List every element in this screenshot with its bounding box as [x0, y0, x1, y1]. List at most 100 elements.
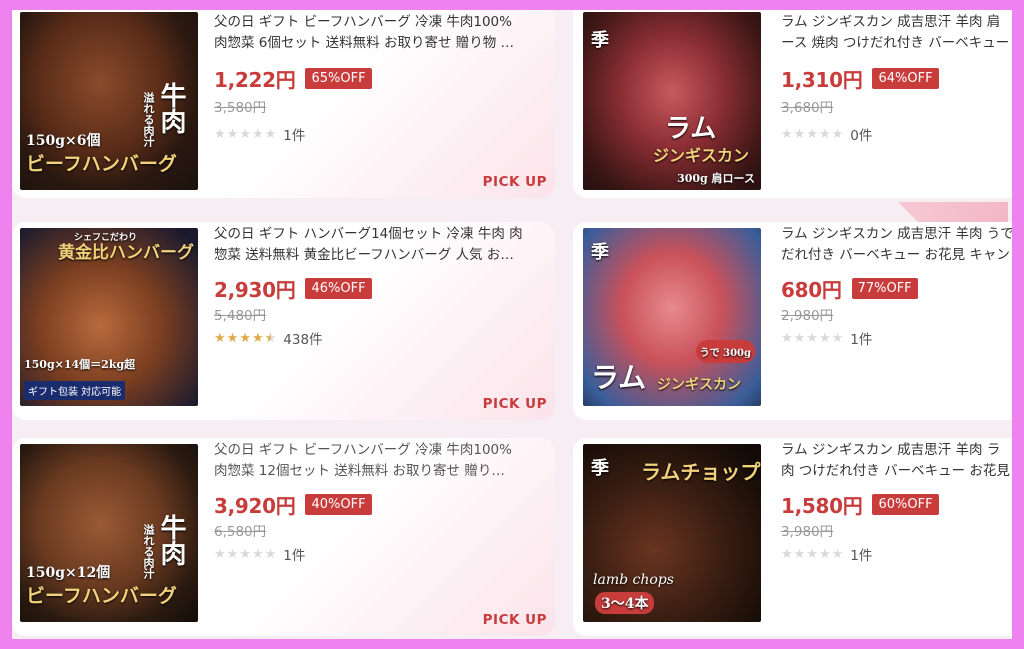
title-line: だれ付き バーベキュー お花見 キャン: [781, 247, 1010, 263]
star-icon: ★: [264, 126, 277, 142]
product-image[interactable]: ビーフハンバーグ 150g×6個 牛肉 溢れる肉汁: [20, 12, 198, 190]
image-label-beef: 牛肉: [156, 82, 186, 134]
product-card[interactable]: ビーフハンバーグ 150g×12個 牛肉 溢れる肉汁 父の日 ギフト ビーフハン…: [12, 438, 555, 636]
image-label-side: 溢れる肉汁: [142, 92, 155, 147]
product-image[interactable]: ビーフハンバーグ 150g×12個 牛肉 溢れる肉汁: [20, 444, 198, 622]
review-count: 438件: [283, 332, 323, 348]
price-row: 3,920円 40%OFF: [214, 490, 372, 519]
star-icon: ★: [793, 330, 806, 346]
price-row: 680円 77%OFF: [781, 274, 918, 303]
star-icon: ★: [818, 546, 831, 562]
title-line: 父の日 ギフト ビーフハンバーグ 冷凍 牛肉100%: [214, 442, 512, 458]
product-image[interactable]: 黄金比ハンバーグ シェフこだわり 150g×14個＝2kg超 ギフト包装 対応可…: [20, 228, 198, 406]
ribbon-decoration: [898, 202, 1008, 224]
product-card[interactable]: 季 ラム ジンギスカン 300g 肩ロース ラム ジンギスカン 成吉思汗 羊肉 …: [573, 10, 1012, 198]
star-icon: ★: [793, 126, 806, 142]
product-image[interactable]: 季 ラム ジンギスカン 300g 肩ロース: [583, 12, 761, 190]
image-label-main: ビーフハンバーグ: [26, 585, 177, 607]
image-label-count: 150g×12個: [26, 565, 111, 581]
original-price: 2,980円: [781, 308, 834, 324]
image-label-count: 3～4本: [595, 592, 655, 614]
discount-badge: 65%OFF: [305, 68, 372, 89]
star-icon: ★: [226, 330, 239, 346]
product-card[interactable]: 季 ラム ジンギスカン うで 300g ラム ジンギスカン 成吉思汗 羊肉 うで…: [573, 222, 1012, 420]
product-image[interactable]: 季 ラムチョップ lamb chops 3～4本: [583, 444, 761, 622]
discount-badge: 46%OFF: [305, 278, 372, 299]
star-icon: ★: [251, 546, 264, 562]
pickup-label: PICK UP: [482, 174, 547, 190]
image-label-main: ラム: [591, 361, 647, 394]
title-line: 肉惣菜 12個セット 送料無料 お取り寄せ 贈り…: [214, 463, 505, 479]
star-icon: ★: [818, 126, 831, 142]
product-title[interactable]: ラム ジンギスカン 成吉思汗 羊肉 ラ 肉 つけだれ付き バーベキュー お花見: [781, 440, 1012, 482]
title-line: 肉惣菜 6個セット 送料無料 お取り寄せ 贈り物 …: [214, 35, 515, 51]
star-icon: ★: [806, 546, 818, 562]
sale-price: 2,930円: [214, 278, 296, 302]
star-icon: ★: [214, 126, 226, 142]
star-icon: ★: [781, 330, 793, 346]
discount-badge: 77%OFF: [851, 278, 918, 299]
product-card[interactable]: 季 ラムチョップ lamb chops 3～4本 ラム ジンギスカン 成吉思汗 …: [573, 438, 1012, 636]
title-line: ース 焼肉 つけだれ付き バーベキュー: [781, 35, 1010, 51]
sale-price: 1,222円: [214, 68, 296, 92]
price-row: 1,310円 64%OFF: [781, 64, 939, 93]
product-card[interactable]: 黄金比ハンバーグ シェフこだわり 150g×14個＝2kg超 ギフト包装 対応可…: [12, 222, 555, 420]
product-title[interactable]: 父の日 ギフト ビーフハンバーグ 冷凍 牛肉100% 肉惣菜 6個セット 送料無…: [214, 12, 543, 54]
price-row: 1,580円 60%OFF: [781, 490, 939, 519]
review-count: 0件: [850, 128, 873, 144]
star-icon: ★: [781, 546, 793, 562]
image-label-main: ラムチョップ: [641, 460, 761, 484]
star-icon: ★: [226, 546, 239, 562]
star-icon: ★: [226, 126, 239, 142]
sale-price: 3,920円: [214, 494, 296, 518]
star-icon: ★: [264, 546, 277, 562]
star-icon: ★: [239, 546, 251, 562]
title-line: 惣菜 送料無料 黄金比ビーフハンバーグ 人気 お…: [214, 247, 514, 263]
image-label-beef: 牛肉: [156, 514, 186, 566]
rating: ★ ★ ★ ★ ★ 1件: [214, 124, 305, 145]
pickup-label: PICK UP: [482, 396, 547, 412]
title-line: ラム ジンギスカン 成吉思汗 羊肉 肩: [781, 14, 1001, 30]
star-icon: ★: [818, 330, 831, 346]
discount-badge: 40%OFF: [305, 494, 372, 515]
product-title[interactable]: ラム ジンギスカン 成吉思汗 羊肉 肩 ース 焼肉 つけだれ付き バーベキュー: [781, 12, 1012, 54]
product-title[interactable]: ラム ジンギスカン 成吉思汗 羊肉 うで だれ付き バーベキュー お花見 キャン: [781, 224, 1012, 266]
product-image[interactable]: 季 ラム ジンギスカン うで 300g: [583, 228, 761, 406]
title-line: 父の日 ギフト ハンバーグ14個セット 冷凍 牛肉 肉: [214, 226, 523, 242]
star-icon: ★: [806, 126, 818, 142]
original-price: 5,480円: [214, 308, 267, 324]
star-icon: ★: [214, 546, 226, 562]
original-price: 6,580円: [214, 524, 267, 540]
star-icon: ★: [781, 126, 793, 142]
star-icon: ★: [251, 126, 264, 142]
image-label-sub: ジンギスカン: [653, 146, 750, 165]
image-label-top: シェフこだわり: [74, 233, 138, 243]
product-title[interactable]: 父の日 ギフト ビーフハンバーグ 冷凍 牛肉100% 肉惣菜 12個セット 送料…: [214, 440, 543, 482]
rating: ★ ★ ★ ★ ★ 1件: [781, 328, 872, 349]
star-icon: ★: [239, 126, 251, 142]
star-icon: ★: [831, 330, 844, 346]
image-label-main: ラム: [665, 114, 717, 144]
sale-price: 1,580円: [781, 494, 863, 518]
original-price: 3,980円: [781, 524, 834, 540]
image-label-count: 150g×14個＝2kg超: [24, 358, 136, 371]
review-count: 1件: [850, 548, 873, 564]
image-label-sub: ジンギスカン: [657, 377, 741, 393]
image-label-weight: うで 300g: [695, 340, 755, 363]
image-label-season: 季: [591, 30, 609, 51]
star-icon: ★: [831, 126, 844, 142]
title-line: ラム ジンギスカン 成吉思汗 羊肉 ラ: [781, 442, 1001, 458]
sale-price: 1,310円: [781, 68, 863, 92]
rating: ★ ★ ★ ★ ★ 0件: [781, 124, 873, 145]
image-label-season: 季: [591, 458, 609, 479]
product-title[interactable]: 父の日 ギフト ハンバーグ14個セット 冷凍 牛肉 肉 惣菜 送料無料 黄金比ビ…: [214, 224, 543, 266]
discount-badge: 60%OFF: [872, 494, 939, 515]
original-price: 3,580円: [214, 100, 267, 116]
image-label-season: 季: [591, 242, 609, 263]
star-icon: ★: [806, 330, 818, 346]
title-line: 父の日 ギフト ビーフハンバーグ 冷凍 牛肉100%: [214, 14, 512, 30]
product-card[interactable]: ビーフハンバーグ 150g×6個 牛肉 溢れる肉汁 父の日 ギフト ビーフハンバ…: [12, 10, 555, 198]
image-label-sub: lamb chops: [593, 572, 674, 588]
star-icon: ★: [831, 546, 844, 562]
review-count: 1件: [283, 548, 306, 564]
